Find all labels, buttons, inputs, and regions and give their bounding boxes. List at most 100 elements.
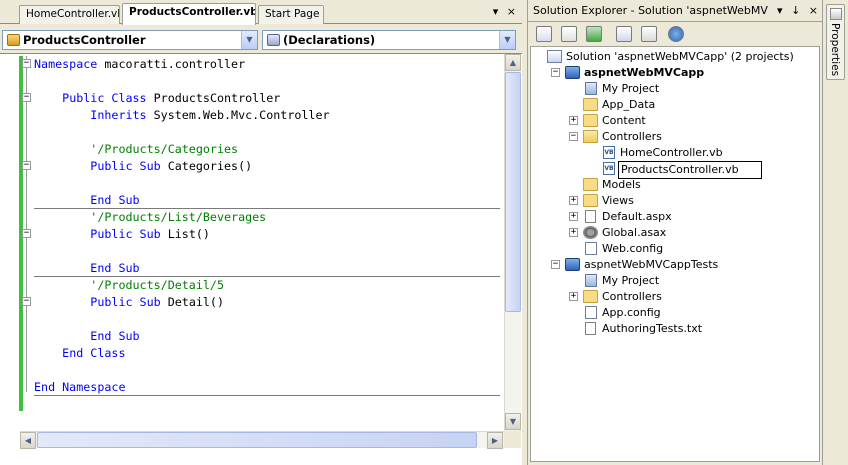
tree-node[interactable]: My Project <box>583 273 813 289</box>
tab-products-controller[interactable]: ProductsController.vb <box>122 3 256 25</box>
collapse-node-icon[interactable]: − <box>569 132 578 141</box>
vertical-scrollbar[interactable]: ▲ ▼ <box>504 54 521 431</box>
code-line: Public Class ProductsController <box>34 90 280 107</box>
tree-node[interactable]: Views <box>583 193 813 209</box>
code-keyword: End Namespace <box>34 380 126 394</box>
tree-node[interactable]: Controllers <box>583 129 813 145</box>
tree-node-label: My Project <box>602 274 660 287</box>
editor-margin <box>0 54 23 431</box>
tree-node[interactable]: Global.asax <box>583 225 813 241</box>
tab-home-controller[interactable]: HomeController.vb <box>19 5 120 24</box>
expand-node-icon[interactable]: + <box>569 228 578 237</box>
proj-icon <box>565 258 580 271</box>
code-keyword: Inherits <box>90 108 147 122</box>
tree-node[interactable]: Solution 'aspnetWebMVCapp' (2 projects) <box>547 49 794 65</box>
vbdoc-icon: VB <box>603 146 615 159</box>
code-line: '/Products/Categories <box>34 141 238 158</box>
tab-start-page[interactable]: Start Page <box>258 5 324 24</box>
expand-node-icon[interactable]: + <box>569 212 578 221</box>
horizontal-scrollbar[interactable]: ◀ ▶ <box>20 431 504 449</box>
tree-node[interactable]: Web.config <box>583 241 813 257</box>
tab-label: ProductsController.vb <box>129 6 256 18</box>
expand-node-icon[interactable]: + <box>569 116 578 125</box>
properties-icon[interactable] <box>536 26 552 42</box>
tab-properties[interactable]: Properties <box>826 4 845 80</box>
solution-explorer-toolbar <box>528 22 822 46</box>
scroll-left-icon[interactable]: ◀ <box>20 432 36 449</box>
scroll-up-icon[interactable]: ▲ <box>505 54 521 71</box>
tree-node-label: aspnetWebMVCapp <box>584 66 705 79</box>
tree-node-label: AuthoringTests.txt <box>602 322 703 335</box>
collapse-region-icon[interactable]: − <box>22 229 31 238</box>
tree-node[interactable]: App_Data <box>583 97 813 113</box>
doc-icon <box>585 210 596 223</box>
tree-node[interactable]: Models <box>583 177 813 193</box>
tree-node[interactable]: VB ProductsController.vb <box>601 161 831 179</box>
folder-open-icon <box>583 130 598 143</box>
code-text: System.Web.Mvc.Controller <box>146 108 330 122</box>
auto-hide-pin-icon[interactable]: ↓ <box>791 4 800 17</box>
solution-explorer-title-bar: Solution Explorer - Solution 'aspnetWebM… <box>528 0 822 22</box>
expand-node-icon[interactable]: + <box>569 292 578 301</box>
tree-node[interactable]: App.config <box>583 305 813 321</box>
tree-node[interactable]: aspnetWebMVCapp <box>565 65 795 81</box>
tree-node[interactable]: AuthoringTests.txt <box>583 321 813 337</box>
close-document-icon[interactable]: × <box>507 5 516 18</box>
code-keyword: Public Sub <box>90 295 161 309</box>
procedure-separator <box>34 276 500 277</box>
tree-node[interactable]: VB HomeController.vb <box>601 145 831 161</box>
tab-label: Properties <box>829 23 841 77</box>
chevron-down-icon[interactable]: ▼ <box>241 31 257 49</box>
collapse-region-icon[interactable]: − <box>22 161 31 170</box>
code-line: End Sub <box>34 328 139 345</box>
code-comment: '/Products/Detail/5 <box>90 278 224 292</box>
method-name-combo[interactable]: (Declarations) ▼ <box>262 30 516 50</box>
collapse-region-icon[interactable]: − <box>22 297 31 306</box>
chevron-down-icon[interactable]: ▼ <box>499 31 515 49</box>
navigation-bar: ProductsController ▼ (Declarations) ▼ <box>0 28 522 52</box>
collapse-region-icon[interactable]: − <box>22 93 31 102</box>
refresh-icon[interactable] <box>586 26 602 42</box>
cfg-icon <box>585 306 597 319</box>
document-tab-bar: HomeController.vb ProductsController.vb … <box>0 0 522 25</box>
code-text-area[interactable]: Namespace macoratti.controller Public Cl… <box>0 53 522 465</box>
tree-node[interactable]: Default.aspx <box>583 209 813 225</box>
collapse-node-icon[interactable]: − <box>551 260 560 269</box>
tab-label: HomeController.vb <box>26 8 120 20</box>
code-line: '/Products/List/Beverages <box>34 209 266 226</box>
active-files-dropdown-icon[interactable]: ▾ <box>493 5 499 18</box>
tree-node[interactable]: aspnetWebMVCappTests <box>565 257 795 273</box>
myproj-icon <box>585 274 597 287</box>
show-all-files-icon[interactable] <box>561 26 577 42</box>
scroll-thumb[interactable] <box>505 72 521 312</box>
collapse-node-icon[interactable]: − <box>551 68 560 77</box>
code-editor-pane: HomeController.vb ProductsController.vb … <box>0 0 522 465</box>
tree-node[interactable]: Content <box>583 113 813 129</box>
class-name-combo[interactable]: ProductsController ▼ <box>2 30 258 50</box>
scroll-right-icon[interactable]: ▶ <box>487 432 503 449</box>
expand-node-icon[interactable]: + <box>569 196 578 205</box>
folder-icon <box>583 114 598 127</box>
view-designer-icon[interactable] <box>641 26 657 42</box>
close-pane-icon[interactable]: × <box>809 4 818 17</box>
pane-title-buttons: ▾ ↓ × <box>768 0 818 21</box>
collapse-region-icon[interactable]: − <box>22 59 31 68</box>
view-code-icon[interactable] <box>616 26 632 42</box>
code-line: Public Sub List() <box>34 226 210 243</box>
scroll-down-icon[interactable]: ▼ <box>505 413 521 430</box>
scroll-thumb[interactable] <box>37 432 477 448</box>
class-diagram-icon[interactable] <box>668 26 684 42</box>
code-text: Categories() <box>160 159 253 173</box>
tree-node-label: HomeController.vb <box>620 146 723 159</box>
tree-node[interactable]: Controllers <box>583 289 813 305</box>
window-position-dropdown-icon[interactable]: ▾ <box>777 4 783 17</box>
folder-icon <box>583 194 598 207</box>
tree-node[interactable]: My Project <box>583 81 813 97</box>
code-line: End Sub <box>34 192 139 209</box>
